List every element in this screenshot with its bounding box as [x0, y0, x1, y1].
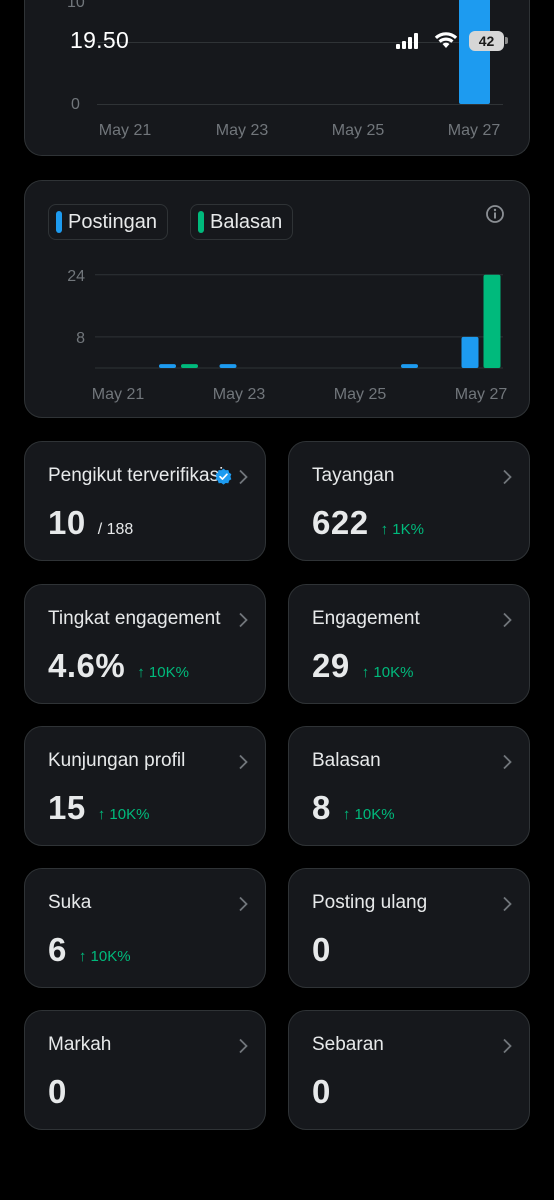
y-tick-label: 10	[67, 0, 85, 11]
y-tick-label: 8	[76, 330, 85, 347]
metric-label: Tingkat engagement	[48, 608, 221, 629]
metric-delta: ↑ 1K%	[380, 521, 424, 538]
metric-label: Kunjungan profil	[48, 750, 186, 771]
metric-impressions[interactable]: Tayangan 622 ↑ 1K%	[288, 441, 530, 561]
status-time: 19.50	[70, 27, 130, 53]
metric-reposts[interactable]: Posting ulang 0	[288, 868, 530, 988]
metric-value: 15	[48, 789, 86, 826]
wifi-icon	[434, 32, 458, 48]
x-tick-label: May 21	[98, 122, 152, 139]
battery-nub	[505, 37, 508, 44]
chevron-right-icon	[503, 1038, 512, 1054]
metric-profile-visits[interactable]: Kunjungan profil 15 ↑ 10K%	[24, 726, 266, 846]
metric-replies[interactable]: Balasan 8 ↑ 10K%	[288, 726, 530, 846]
metric-shares[interactable]: Sebaran 0	[288, 1010, 530, 1130]
status-icons: 42	[396, 30, 508, 52]
metric-value: 29	[312, 647, 350, 684]
metric-delta: ↑ 10K%	[137, 664, 189, 681]
x-tick-label: May 25	[331, 122, 385, 139]
metric-delta: ↑ 10K%	[342, 806, 395, 823]
metric-bookmarks[interactable]: Markah 0	[24, 1010, 266, 1130]
metric-value: 0	[312, 1073, 331, 1110]
posts-replies-chart-card: Postingan Balasan 24 8 May 21 May 23 May 25 M…	[24, 180, 530, 418]
chevron-right-icon	[503, 612, 512, 628]
metric-label: Sebaran	[312, 1034, 384, 1055]
y-tick-label: 24	[67, 268, 85, 285]
chevron-right-icon	[239, 469, 248, 485]
metric-value: 0	[48, 1073, 67, 1110]
bar-chart: 24 8 May 21 May 23 May 25 May 27	[67, 268, 508, 403]
metric-delta: ↑ 10K%	[78, 948, 131, 965]
chart-bar-balasan-may-27	[483, 274, 501, 368]
metric-label: Suka	[48, 892, 92, 913]
chart-bar-postingan-may-27	[461, 336, 479, 368]
chart-bar-postingan-may-26	[401, 364, 418, 368]
chart-bar-postingan-may-22	[159, 364, 176, 368]
chevron-right-icon	[239, 1038, 248, 1054]
chart-bar-postingan-may-23	[219, 364, 237, 368]
x-tick-label: May 27	[455, 386, 508, 403]
chevron-right-icon	[239, 754, 248, 770]
y-tick-label: 0	[71, 96, 80, 113]
x-tick-label: May 23	[213, 386, 266, 403]
x-tick-label: May 25	[334, 386, 387, 403]
metric-value: 10	[48, 504, 86, 541]
impressions-chart-card: 10 0 May 21 May 23 May 25 May 27	[24, 0, 530, 156]
chart-bar-balasan-may-22	[181, 364, 198, 368]
metric-label: Tayangan	[312, 465, 395, 486]
metric-value: 622	[312, 504, 369, 541]
metric-value: 6	[48, 931, 67, 968]
chevron-right-icon	[503, 469, 512, 485]
metric-value: 8	[312, 789, 331, 826]
verified-badge-icon	[215, 468, 232, 485]
x-tick-label: May 23	[215, 122, 269, 139]
metric-value: 0	[312, 931, 331, 968]
x-tick-label: May 27	[447, 122, 501, 139]
metric-value: 4.6%	[48, 647, 126, 684]
metric-total: / 188	[97, 521, 134, 538]
signal-icon	[396, 33, 418, 49]
grid-line	[97, 104, 503, 105]
metric-engagements[interactable]: Engagement 29 ↑ 10K%	[288, 584, 530, 704]
metric-verified-followers[interactable]: Pengikut terverifikasi 10 / 188	[24, 441, 266, 561]
x-tick-label: May 21	[92, 386, 145, 403]
metric-likes[interactable]: Suka 6 ↑ 10K%	[24, 868, 266, 988]
metric-engagement-rate[interactable]: Tingkat engagement 4.6% ↑ 10K%	[24, 584, 266, 704]
chevron-right-icon	[503, 896, 512, 912]
metric-label: Pengikut terverifikasi	[48, 465, 224, 486]
metric-label: Balasan	[312, 750, 381, 771]
chevron-right-icon	[503, 754, 512, 770]
metric-label: Markah	[48, 1034, 112, 1055]
metric-label: Engagement	[312, 608, 420, 629]
battery-icon: 42	[469, 31, 504, 51]
chevron-right-icon	[239, 896, 248, 912]
metric-label: Posting ulang	[312, 892, 428, 913]
chart-bar-may-27	[459, 0, 490, 104]
metric-delta: ↑ 10K%	[361, 664, 414, 681]
metric-delta: ↑ 10K%	[97, 806, 150, 823]
chevron-right-icon	[239, 612, 248, 628]
